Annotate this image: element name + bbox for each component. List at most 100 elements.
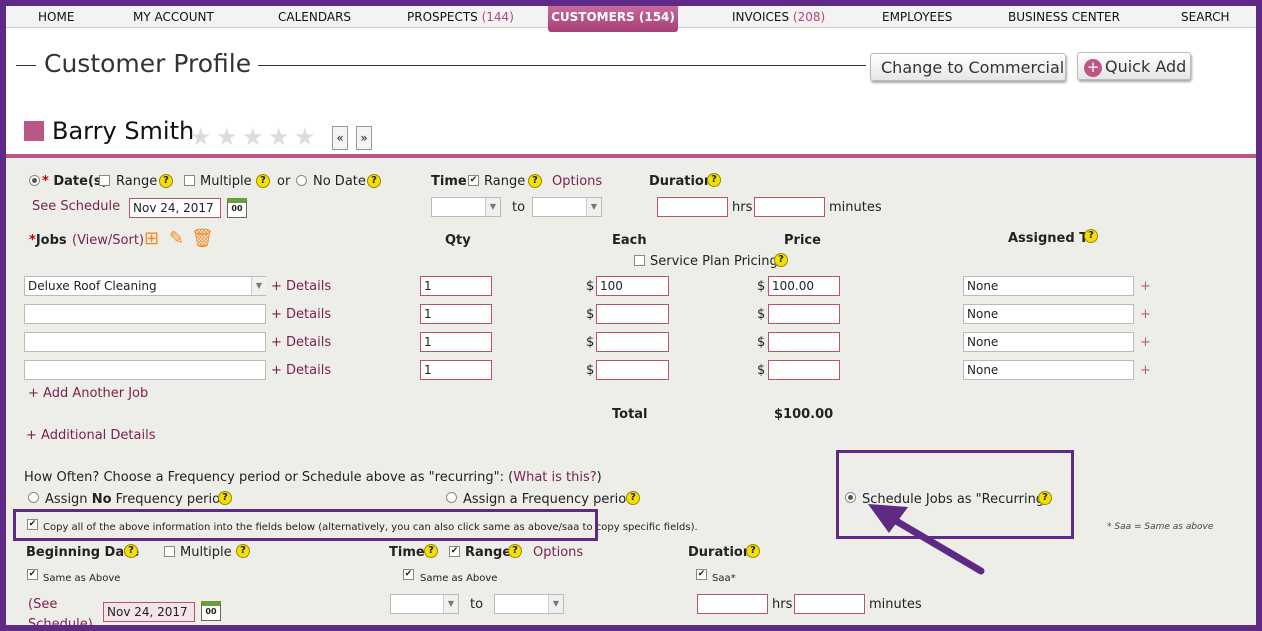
job-select[interactable] <box>24 304 266 324</box>
lower-hours-input[interactable] <box>697 594 768 614</box>
help-icon[interactable]: ? <box>508 544 522 558</box>
job-select[interactable]: Deluxe Roof Cleaning <box>24 276 266 296</box>
star-icon[interactable]: ★ <box>268 125 290 149</box>
help-icon[interactable]: ? <box>159 174 173 188</box>
multiple-checkbox[interactable] <box>184 175 195 186</box>
help-icon[interactable]: ? <box>218 491 232 505</box>
prev-customer-button[interactable]: « <box>332 126 348 150</box>
nav-business-center[interactable]: BUSINESS CENTER <box>1008 10 1120 24</box>
options-link[interactable]: Options <box>552 174 602 189</box>
range-checkbox[interactable] <box>99 175 110 186</box>
job-select[interactable] <box>24 360 266 380</box>
lower-date-input[interactable]: Nov 24, 2017 <box>103 602 195 622</box>
assigned-select[interactable]: None <box>963 360 1134 380</box>
start-time-select[interactable]: ▼ <box>431 197 501 217</box>
qty-input[interactable]: 1 <box>420 276 492 296</box>
help-icon[interactable]: ? <box>124 544 138 558</box>
edit-pencil-icon[interactable]: ✎ <box>169 230 184 248</box>
qty-input[interactable]: 1 <box>420 360 492 380</box>
add-assignee-button[interactable]: + <box>1140 307 1151 322</box>
star-icon[interactable]: ★ <box>294 125 316 149</box>
price-input[interactable] <box>768 332 840 352</box>
lower-minutes-input[interactable] <box>794 594 865 614</box>
lower-multiple-checkbox[interactable] <box>164 546 175 557</box>
nav-my-account[interactable]: MY ACCOUNT <box>133 10 214 24</box>
no-date-radio[interactable] <box>296 175 307 186</box>
next-customer-button[interactable]: » <box>356 126 372 150</box>
change-to-commercial-button[interactable]: Change to Commercial <box>870 53 1066 81</box>
view-sort-link[interactable]: (View/Sort) <box>72 233 144 248</box>
chevron-down-icon: ▼ <box>485 198 500 216</box>
nav-search[interactable]: SEARCH <box>1181 10 1230 24</box>
qty-input[interactable]: 1 <box>420 304 492 324</box>
assigned-select[interactable]: None <box>963 304 1134 324</box>
nav-prospects[interactable]: PROSPECTS (144) <box>407 10 514 24</box>
assign-frequency-radio[interactable] <box>446 492 457 503</box>
help-icon[interactable]: ? <box>774 253 788 267</box>
additional-details-link[interactable]: + Additional Details <box>26 428 156 443</box>
details-link[interactable]: + Details <box>271 279 331 294</box>
date-input[interactable]: Nov 24, 2017 <box>129 198 221 218</box>
add-assignee-button[interactable]: + <box>1140 279 1151 294</box>
nav-employees[interactable]: EMPLOYEES <box>882 10 952 24</box>
lower-options-link[interactable]: Options <box>533 545 583 560</box>
nav-calendars[interactable]: CALENDARS <box>278 10 351 24</box>
time-same-as-above-checkbox[interactable]: ✔ <box>403 569 414 580</box>
lower-end-time-select[interactable]: ▼ <box>494 594 564 614</box>
star-icon[interactable]: ★ <box>242 125 264 149</box>
nav-home[interactable]: HOME <box>38 10 74 24</box>
details-link[interactable]: + Details <box>271 307 331 322</box>
help-icon[interactable]: ? <box>746 544 760 558</box>
job-select[interactable] <box>24 332 266 352</box>
service-plan-checkbox[interactable] <box>634 255 645 266</box>
assigned-select[interactable]: None <box>963 332 1134 352</box>
lower-see-schedule-link-2[interactable]: Schedule) <box>28 617 93 625</box>
calendar-icon[interactable]: 00 <box>227 198 247 218</box>
help-icon[interactable]: ? <box>528 174 542 188</box>
end-time-select[interactable]: ▼ <box>532 197 602 217</box>
help-icon[interactable]: ? <box>367 174 381 188</box>
job-select-dropdown[interactable]: ▼ <box>251 276 266 296</box>
dates-radio[interactable] <box>29 175 40 186</box>
add-assignee-button[interactable]: + <box>1140 335 1151 350</box>
what-is-this-link[interactable]: What is this? <box>513 470 596 485</box>
add-job-icon[interactable]: ⊞ <box>144 230 159 248</box>
lower-start-time-select[interactable]: ▼ <box>390 594 459 614</box>
see-schedule-link[interactable]: See Schedule <box>32 199 120 214</box>
each-input[interactable] <box>596 304 669 324</box>
star-icon[interactable]: ★ <box>190 125 212 149</box>
duration-minutes-input[interactable] <box>754 197 825 217</box>
details-link[interactable]: + Details <box>271 335 331 350</box>
price-input[interactable] <box>768 304 840 324</box>
help-icon[interactable]: ? <box>1084 229 1098 243</box>
trash-icon[interactable]: 🗑 <box>191 230 214 248</box>
each-input[interactable]: 100 <box>596 276 669 296</box>
duration-hours-input[interactable] <box>657 197 728 217</box>
nav-customers[interactable]: CUSTOMERS (154) <box>548 6 678 32</box>
add-another-job-link[interactable]: + Add Another Job <box>28 386 148 401</box>
add-assignee-button[interactable]: + <box>1140 363 1151 378</box>
help-icon[interactable]: ? <box>424 544 438 558</box>
details-link[interactable]: + Details <box>271 363 331 378</box>
help-icon[interactable]: ? <box>626 491 640 505</box>
help-icon[interactable]: ? <box>236 544 250 558</box>
each-input[interactable] <box>596 360 669 380</box>
help-icon[interactable]: ? <box>707 173 721 187</box>
price-input[interactable] <box>768 360 840 380</box>
qty-input[interactable]: 1 <box>420 332 492 352</box>
help-icon[interactable]: ? <box>256 174 270 188</box>
star-icon[interactable]: ★ <box>216 125 238 149</box>
each-input[interactable] <box>596 332 669 352</box>
duration-saa-checkbox[interactable]: ✔ <box>696 569 707 580</box>
time-range-checkbox[interactable]: ✔ <box>468 175 479 186</box>
no-frequency-radio[interactable] <box>28 492 39 503</box>
quick-add-button[interactable]: + Quick Add <box>1077 52 1191 80</box>
lower-range-checkbox[interactable]: ✔ <box>449 546 460 557</box>
price-input[interactable]: 100.00 <box>768 276 840 296</box>
lower-see-schedule-link-1[interactable]: (See <box>28 597 57 612</box>
calendar-icon[interactable]: 00 <box>201 601 221 621</box>
assigned-select[interactable]: None <box>963 276 1134 296</box>
lower-to-label: to <box>470 597 484 612</box>
nav-invoices[interactable]: INVOICES (208) <box>732 10 825 24</box>
date-same-as-above-checkbox[interactable]: ✔ <box>27 569 38 580</box>
